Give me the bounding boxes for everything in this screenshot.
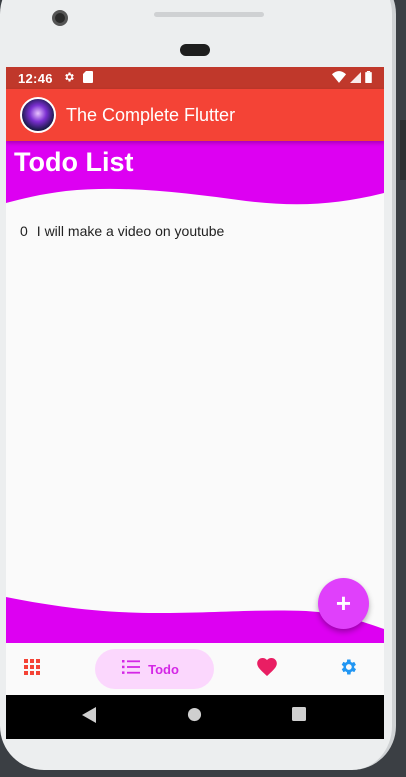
apps-grid-icon (24, 658, 40, 680)
list-icon (122, 659, 141, 679)
status-bar: 12:46 (6, 67, 384, 89)
front-camera (52, 10, 68, 26)
signal-icon (350, 71, 361, 86)
nav-item-settings[interactable] (333, 649, 363, 689)
device-side-button (400, 120, 406, 180)
status-time: 12:46 (18, 70, 53, 86)
nav-item-favorites[interactable] (252, 649, 282, 689)
gear-icon (63, 71, 75, 86)
plus-icon: + (335, 588, 352, 618)
nav-item-todo[interactable]: Todo (95, 649, 214, 689)
app-logo-avatar (20, 97, 56, 133)
nav-item-apps[interactable] (16, 649, 48, 689)
recents-icon[interactable] (292, 707, 306, 726)
back-icon[interactable] (82, 707, 96, 728)
bottom-navigation: Todo (6, 643, 384, 695)
page-title: Todo List (14, 147, 134, 177)
device-speaker-grille (154, 12, 264, 17)
gear-icon (338, 657, 358, 682)
app-screen: 12:46 The Complete Flutter Todo List 0 I… (6, 67, 384, 739)
system-navigation-bar (6, 695, 384, 739)
sd-card-icon (82, 70, 93, 86)
add-todo-button[interactable]: + (318, 578, 369, 629)
app-bar: The Complete Flutter (6, 89, 384, 141)
device-earpiece (180, 44, 210, 56)
app-title: The Complete Flutter (66, 104, 236, 125)
nav-todo-label: Todo (148, 661, 179, 677)
todo-text: I will make a video on youtube (36, 223, 225, 239)
wifi-icon (332, 70, 346, 86)
todo-list: 0 I will make a video on youtube (20, 222, 370, 240)
battery-icon (365, 70, 372, 86)
todo-index: 0 (20, 223, 28, 239)
list-item[interactable]: 0 I will make a video on youtube (20, 222, 370, 240)
heart-icon (257, 657, 277, 681)
home-icon[interactable] (187, 707, 202, 727)
